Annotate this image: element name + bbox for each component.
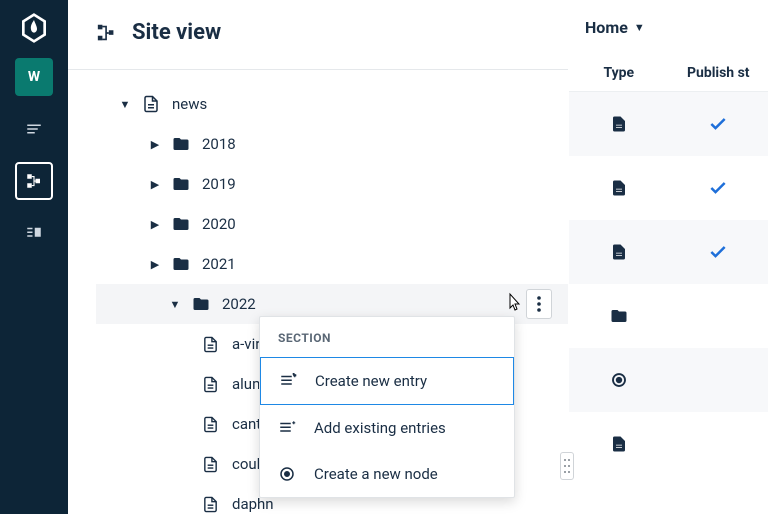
table-body	[569, 92, 768, 476]
page-icon	[202, 494, 222, 514]
tree-node-2019[interactable]: ▶ 2019	[96, 164, 568, 204]
tree-label: 2019	[202, 175, 236, 193]
tree-label: 2021	[202, 255, 236, 273]
check-icon	[669, 178, 768, 198]
more-actions-button[interactable]	[526, 289, 552, 319]
panel-resize-handle[interactable]	[560, 452, 574, 480]
chevron-right-icon: ▶	[146, 138, 164, 151]
right-panel: Home ▼ Type Publish st	[568, 0, 768, 514]
header: Site view	[68, 0, 568, 70]
folder-icon	[192, 294, 212, 314]
breadcrumb-label: Home	[585, 18, 628, 37]
nav-list-icon[interactable]	[15, 110, 53, 148]
folder-icon	[172, 254, 192, 274]
menu-create-entry[interactable]: Create new entry	[260, 357, 514, 405]
check-icon	[669, 242, 768, 262]
tree-label: 2020	[202, 215, 236, 233]
table-row[interactable]	[569, 220, 768, 284]
check-icon	[669, 114, 768, 134]
tree-icon	[96, 22, 118, 44]
table-header: Type Publish st	[569, 55, 768, 92]
left-nav: W	[0, 0, 68, 514]
tree-label: 2022	[222, 295, 256, 313]
menu-item-label: Create a new node	[314, 465, 438, 483]
table-row[interactable]	[569, 348, 768, 412]
nav-content-icon[interactable]	[15, 214, 53, 252]
chevron-right-icon: ▶	[146, 218, 164, 231]
chevron-down-icon: ▼	[166, 298, 184, 311]
breadcrumb[interactable]: Home ▼	[569, 0, 768, 55]
page-icon	[202, 334, 222, 354]
page-icon	[202, 414, 222, 434]
menu-add-existing[interactable]: Add existing entries	[260, 405, 514, 451]
tree-label: news	[172, 95, 207, 113]
context-menu: SECTION Create new entry Add existing en…	[259, 316, 515, 498]
page-icon	[202, 454, 222, 474]
create-node-icon	[278, 465, 296, 483]
type-page-icon	[569, 115, 669, 133]
tree-label: 2018	[202, 135, 236, 153]
app-logo	[18, 12, 50, 44]
tree-node-2021[interactable]: ▶ 2021	[96, 244, 568, 284]
workspace-button[interactable]: W	[15, 58, 53, 96]
folder-icon	[172, 174, 192, 194]
menu-item-label: Create new entry	[315, 372, 427, 390]
chevron-right-icon: ▶	[146, 258, 164, 271]
page-title: Site view	[132, 20, 221, 45]
type-page-icon	[569, 179, 669, 197]
table-row[interactable]	[569, 412, 768, 476]
type-page-icon	[569, 435, 669, 453]
table-row[interactable]	[569, 92, 768, 156]
folder-icon	[172, 134, 192, 154]
menu-create-node[interactable]: Create a new node	[260, 451, 514, 497]
page-icon	[202, 374, 222, 394]
col-type: Type	[569, 65, 669, 81]
page-icon	[142, 94, 162, 114]
create-entry-icon	[279, 372, 297, 390]
caret-down-icon: ▼	[634, 21, 645, 34]
tree-node-2018[interactable]: ▶ 2018	[96, 124, 568, 164]
table-row[interactable]	[569, 284, 768, 348]
tree-node-news[interactable]: ▼ news	[96, 84, 568, 124]
type-page-icon	[569, 243, 669, 261]
tree-node-2020[interactable]: ▶ 2020	[96, 204, 568, 244]
folder-icon	[172, 214, 192, 234]
menu-item-label: Add existing entries	[314, 419, 446, 437]
type-folder-icon	[569, 307, 669, 325]
nav-tree-icon[interactable]	[15, 162, 53, 200]
col-publish: Publish st	[669, 65, 768, 81]
table-row[interactable]	[569, 156, 768, 220]
menu-section-label: SECTION	[260, 317, 514, 357]
chevron-down-icon: ▼	[116, 98, 134, 111]
add-existing-icon	[278, 419, 296, 437]
chevron-right-icon: ▶	[146, 178, 164, 191]
type-node-icon	[569, 371, 669, 389]
